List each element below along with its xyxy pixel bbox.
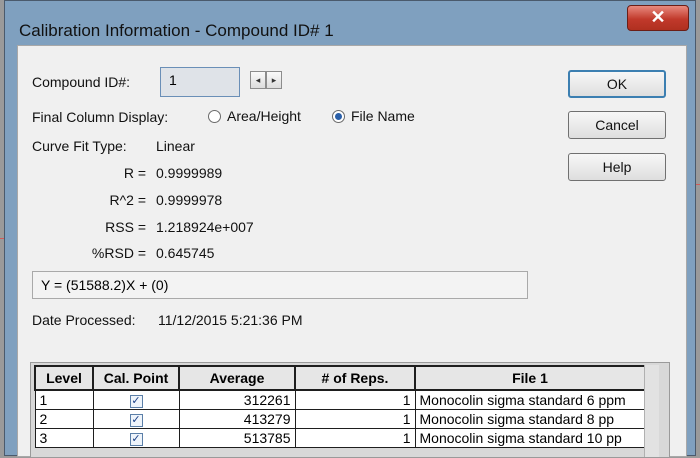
arrow-left-icon: ◂ <box>255 75 261 85</box>
close-button[interactable]: ✕ <box>627 5 689 31</box>
level-cell[interactable]: 3 <box>34 428 94 448</box>
stat-value: 0.645745 <box>156 245 215 261</box>
stat-label: R = <box>123 165 146 181</box>
header-average[interactable]: Average <box>178 365 296 391</box>
window-title: Calibration Information - Compound ID# 1 <box>19 21 334 40</box>
stat-value: 0.9999978 <box>156 192 223 208</box>
ok-button[interactable]: OK <box>568 70 666 98</box>
curve-fit-label: Curve Fit Type: <box>32 138 127 154</box>
table-scrollbar[interactable] <box>644 365 659 457</box>
compound-next-button[interactable]: ▸ <box>266 71 282 89</box>
dialog-body: Compound ID#: 1 ◂ ▸ Final Column Display… <box>17 45 687 458</box>
title-bar[interactable]: Calibration Information - Compound ID# 1… <box>5 1 695 41</box>
table-row[interactable]: 1 ✓ 312261 1 Monocolin sigma standard 6 … <box>34 389 646 410</box>
cal-point-checkbox[interactable]: ✓ <box>129 413 143 427</box>
curve-fit-value: Linear <box>156 138 195 154</box>
level-cell[interactable]: 1 <box>34 389 94 410</box>
arrow-right-icon: ▸ <box>271 75 277 85</box>
table-header-row: Level Cal. Point Average # of Reps. File… <box>34 365 646 391</box>
radio-area-height[interactable] <box>208 110 221 123</box>
reps-cell[interactable]: 1 <box>294 409 416 429</box>
compound-prev-button[interactable]: ◂ <box>250 71 266 89</box>
stat-value: 0.9999989 <box>156 165 223 181</box>
cal-point-cell[interactable]: ✓ <box>92 428 180 448</box>
radio-file-name[interactable] <box>332 110 345 123</box>
equation-display: Y = (51588.2)X + (0) <box>32 271 528 299</box>
stat-value: 1.218924e+007 <box>156 219 254 235</box>
background-line <box>696 184 700 185</box>
header-file-1[interactable]: File 1 <box>414 365 646 391</box>
stat-label: R^2 = <box>109 192 146 208</box>
cal-point-checkbox[interactable]: ✓ <box>129 394 143 408</box>
cal-point-cell[interactable]: ✓ <box>92 389 180 410</box>
header-level[interactable]: Level <box>34 365 94 391</box>
radio-file-name-label[interactable]: File Name <box>351 108 415 124</box>
calibration-table: Level Cal. Point Average # of Reps. File… <box>34 365 646 448</box>
calibration-dialog: Calibration Information - Compound ID# 1… <box>4 0 696 458</box>
stat-label: RSS = <box>105 219 146 235</box>
file-cell[interactable]: Monocolin sigma standard 8 pp <box>414 409 646 429</box>
average-cell[interactable]: 513785 <box>178 428 296 448</box>
compound-id-label: Compound ID#: <box>32 74 131 90</box>
table-row[interactable]: 3 ✓ 513785 1 Monocolin sigma standard 10… <box>34 428 646 448</box>
date-processed-value: 11/12/2015 5:21:36 PM <box>158 312 303 328</box>
help-button[interactable]: Help <box>568 153 666 181</box>
file-cell[interactable]: Monocolin sigma standard 10 pp <box>414 428 646 448</box>
average-cell[interactable]: 312261 <box>178 389 296 410</box>
average-cell[interactable]: 413279 <box>178 409 296 429</box>
reps-cell[interactable]: 1 <box>294 428 416 448</box>
file-cell[interactable]: Monocolin sigma standard 6 ppm <box>414 389 646 410</box>
radio-area-height-label[interactable]: Area/Height <box>227 108 301 124</box>
stat-label: %RSD = <box>91 245 146 261</box>
level-cell[interactable]: 2 <box>34 409 94 429</box>
header-cal-point[interactable]: Cal. Point <box>92 365 180 391</box>
cal-point-cell[interactable]: ✓ <box>92 409 180 429</box>
close-icon: ✕ <box>650 7 666 27</box>
compound-id-field[interactable]: 1 <box>160 67 240 97</box>
reps-cell[interactable]: 1 <box>294 389 416 410</box>
date-processed-label: Date Processed: <box>32 312 136 328</box>
final-column-label: Final Column Display: <box>32 109 169 125</box>
cancel-button[interactable]: Cancel <box>568 111 666 139</box>
table-row[interactable]: 2 ✓ 413279 1 Monocolin sigma standard 8 … <box>34 409 646 429</box>
header-reps[interactable]: # of Reps. <box>294 365 416 391</box>
cal-point-checkbox[interactable]: ✓ <box>129 432 143 446</box>
